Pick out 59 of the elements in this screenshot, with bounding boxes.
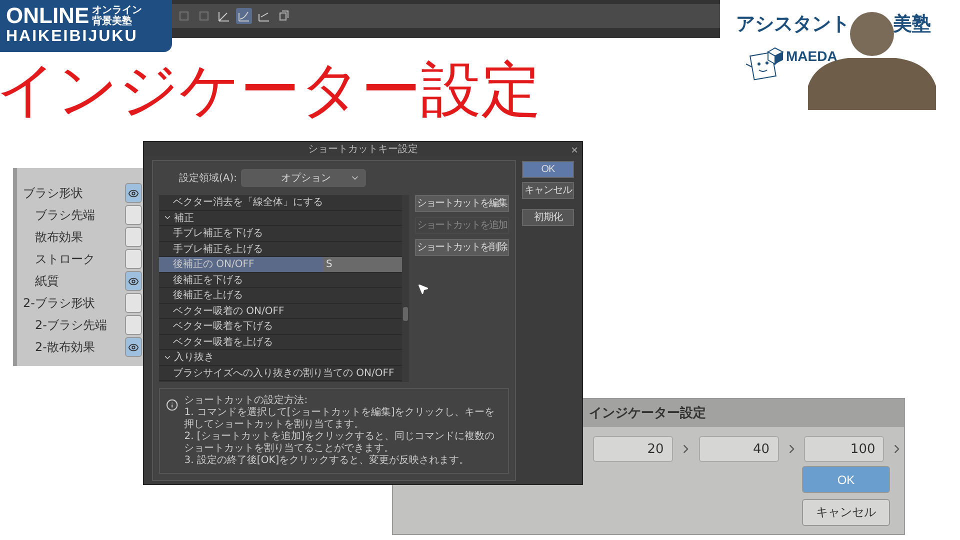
command-row[interactable]: ベクター吸着の ON/OFF [159,304,402,319]
eye-icon [128,188,139,198]
logo-tag: オンライン [92,5,142,16]
command-row[interactable]: ブラシサイズへの入り抜きの割り当ての ON/OFF [159,366,402,381]
panel-item[interactable]: 2-ブラシ先端 [17,316,125,334]
panel-item[interactable]: 紙質 [17,272,125,290]
brand-name: 美塾 [893,12,931,36]
panel-item[interactable]: ストローク [17,250,125,268]
panel-item[interactable]: ブラシ先端 [17,206,125,224]
logo-text: HAIKEIBIJUKU [6,28,139,46]
info-heading: ショートカットの設定方法: [184,395,309,407]
group-row[interactable]: 入り抜き [159,350,402,366]
close-button[interactable]: × [570,143,578,157]
info-text: 1. コマンドを選択して[ショートカットを編集]をクリックし、キーを押してショートカットを割り当てます。 [184,407,496,430]
info-text: 3. 設定の終了後[OK]をクリックすると、変更が反映されます。 [184,455,470,467]
dialog-button[interactable]: キャンセル [802,499,890,526]
dialog-button[interactable]: 初期化 [522,209,574,226]
visibility-toggle[interactable] [125,337,142,357]
dialog-title: ショートカットキー設定 [308,142,418,156]
visibility-toggle[interactable] [125,227,142,247]
shortcut-key[interactable]: S [323,257,402,272]
command-row[interactable]: ベクター吸着を上げる [159,334,402,350]
panel-item[interactable]: ブラシ形状 [17,184,125,202]
visibility-toggle[interactable] [125,293,142,313]
company-name: MAEDA [786,48,838,64]
panel-item[interactable]: 2-散布効果 [17,338,125,356]
group-row[interactable]: 補正 [159,210,402,226]
field-label: 設定領域(A): [179,172,238,185]
brand-name: アシスタント [736,12,850,36]
command-row[interactable]: ベクター消去を「線全体」にする [159,195,402,210]
cursor-icon [417,283,429,295]
command-row[interactable]: 後補正を上げる [159,288,402,304]
command-row[interactable]: 後補正を下げる [159,272,402,288]
edit-shortcut-button[interactable]: ショートカットを編集 [415,195,509,212]
dialog-button[interactable]: キャンセル [522,182,574,199]
info-text: 2. [ショートカットを追加]をクリックすると、同じコマンドに複数のショートカットを割り当てることができます。 [184,431,496,454]
visibility-toggle[interactable] [125,205,142,225]
edit-shortcut-button[interactable]: ショートカットを削除 [415,239,509,256]
cube-icon [767,47,784,65]
logo-text: ONLINE [6,4,90,28]
command-row[interactable]: ベクター吸着を下げる [159,319,402,334]
visibility-toggle[interactable] [125,271,142,291]
area-dropdown[interactable]: オプション [241,169,366,187]
visibility-toggle[interactable] [125,183,142,203]
dialog-title: インジケーター設定 [589,404,706,422]
slide-title: インジケーター設定 [0,54,541,127]
panel-item[interactable]: 散布効果 [17,228,125,246]
command-row[interactable]: 手ブレ補正を下げる [159,226,402,242]
threshold-field[interactable]: 40 [698,436,778,462]
logo-tag: 背景美塾 [92,16,142,27]
eye-icon [128,276,139,286]
eye-icon [128,342,139,352]
panel-item[interactable]: 2-ブラシ形状 [17,294,125,312]
command-row[interactable]: 後補正の ON/OFF S [159,257,402,272]
visibility-toggle[interactable] [125,249,142,269]
threshold-field[interactable]: 100 [804,436,884,462]
scrollbar[interactable] [402,195,409,382]
threshold-field[interactable]: 20 [592,436,673,462]
visibility-toggle[interactable] [125,315,142,335]
